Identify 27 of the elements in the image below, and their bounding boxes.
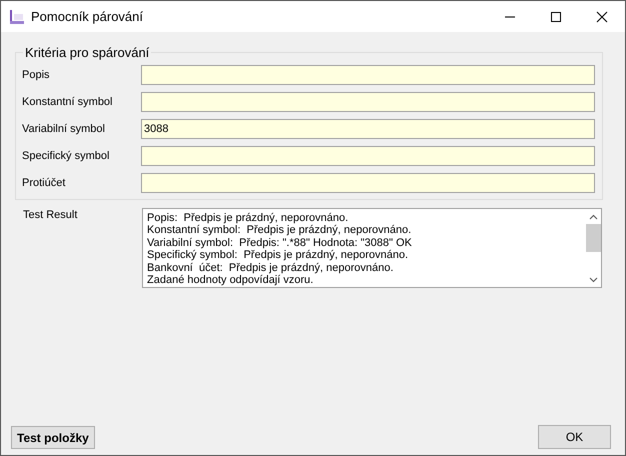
input-field[interactable]: 3088 [141,119,595,139]
window-title: Pomocník párování [31,9,144,24]
result-line: Bankovní účet: Předpis je prázdný, neporovnáno. [147,262,394,274]
input-field[interactable] [141,92,595,112]
field-label: Protiúčet [22,177,66,189]
field-label: Konstantní symbol [22,96,114,108]
result-line: Specifický symbol: Předpis je prázdný, neporovnáno. [147,249,410,262]
close-icon[interactable] [596,10,608,22]
field-label: Specifický symbol [22,150,110,162]
ok-button[interactable]: OK [538,425,611,449]
field-label: Variabilní symbol [22,123,106,135]
app-logo-icon [9,8,25,24]
input-field[interactable] [141,173,595,193]
result-line: Popis: Předpis je prázdný, neporovnáno. [147,212,350,224]
scroll-down-icon[interactable] [588,277,598,283]
input-field[interactable] [141,65,595,85]
result-line: Zadané hodnoty odpovídají vzoru. [147,274,314,286]
group-title: Kritéria pro spárování [23,45,152,60]
test-items-button[interactable]: Test položky [11,426,95,449]
result-text-area[interactable] [142,208,602,288]
maximize-icon[interactable] [550,10,562,22]
test-result-label: Test Result [23,208,78,221]
input-field[interactable] [141,146,595,166]
result-line: Konstantní symbol: Předpis je prázdný, neporovnáno. [147,224,412,237]
result-line: Variabilní symbol: Předpis: ".*88" Hodnota: "3088" OK [147,236,413,250]
scroll-up-icon[interactable] [588,214,598,220]
field-label: Popis [22,69,51,81]
